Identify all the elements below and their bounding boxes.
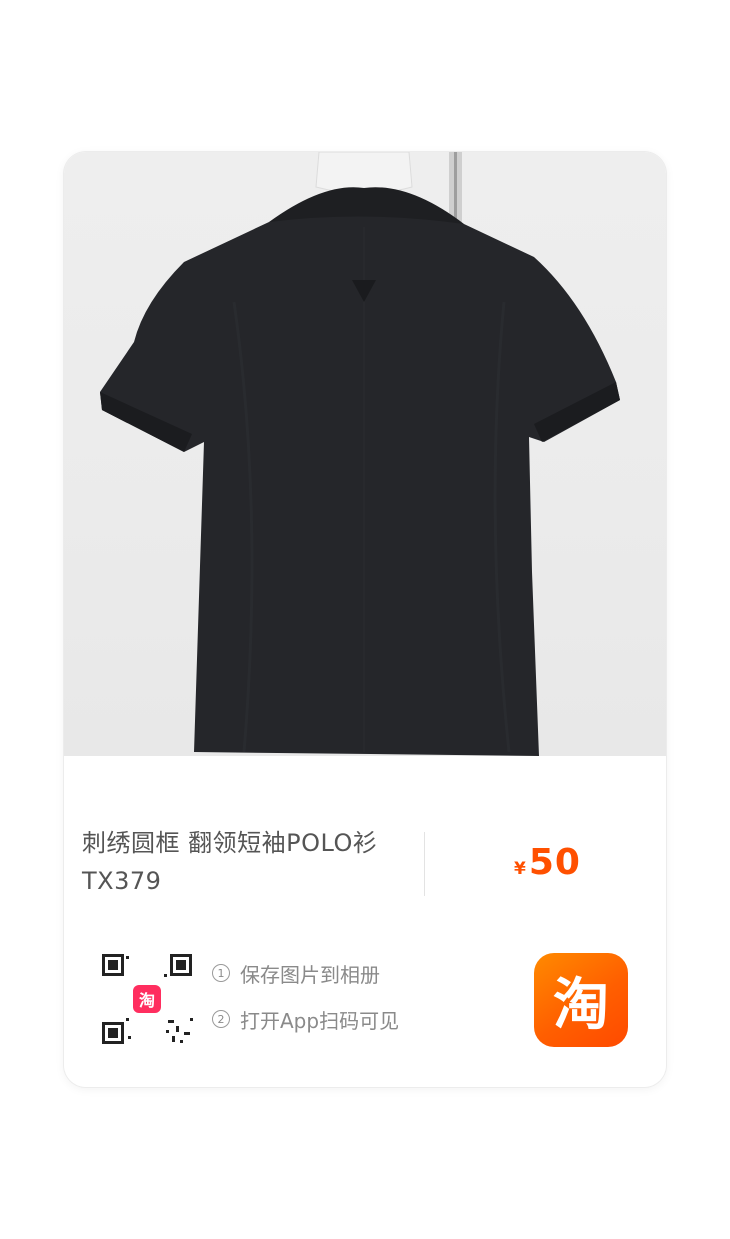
price-value: 50 bbox=[528, 842, 581, 883]
product-info: 刺绣圆框 翻领短袖POLO衫 TX379 ¥ 50 淘 1 保存图片到相册 2 … bbox=[64, 756, 666, 1087]
taobao-logo-glyph: 淘 bbox=[553, 972, 609, 1038]
product-title-line1: 刺绣圆框 翻领短袖POLO衫 bbox=[82, 829, 378, 857]
scan-instructions: 1 保存图片到相册 2 打开App扫码可见 bbox=[212, 958, 399, 1050]
taobao-app-icon[interactable]: 淘 bbox=[534, 953, 628, 1047]
step-open-app: 2 打开App扫码可见 bbox=[212, 1004, 399, 1034]
step-number-2: 2 bbox=[212, 1010, 230, 1028]
step-text-2: 打开App扫码可见 bbox=[240, 1008, 400, 1033]
divider bbox=[424, 832, 425, 896]
product-photo bbox=[64, 152, 666, 756]
product-title: 刺绣圆框 翻领短袖POLO衫 TX379 bbox=[82, 824, 418, 900]
step-save-image: 1 保存图片到相册 bbox=[212, 958, 399, 988]
currency-symbol: ¥ bbox=[514, 859, 526, 879]
qr-code: 淘 bbox=[100, 952, 194, 1046]
product-title-line2: TX379 bbox=[82, 867, 162, 895]
share-card: 刺绣圆框 翻领短袖POLO衫 TX379 ¥ 50 淘 1 保存图片到相册 2 … bbox=[64, 152, 666, 1087]
qr-center-logo: 淘 bbox=[138, 991, 155, 1010]
step-text-1: 保存图片到相册 bbox=[240, 962, 380, 987]
product-price: ¥ 50 bbox=[514, 842, 581, 883]
step-number-1: 1 bbox=[212, 964, 230, 982]
